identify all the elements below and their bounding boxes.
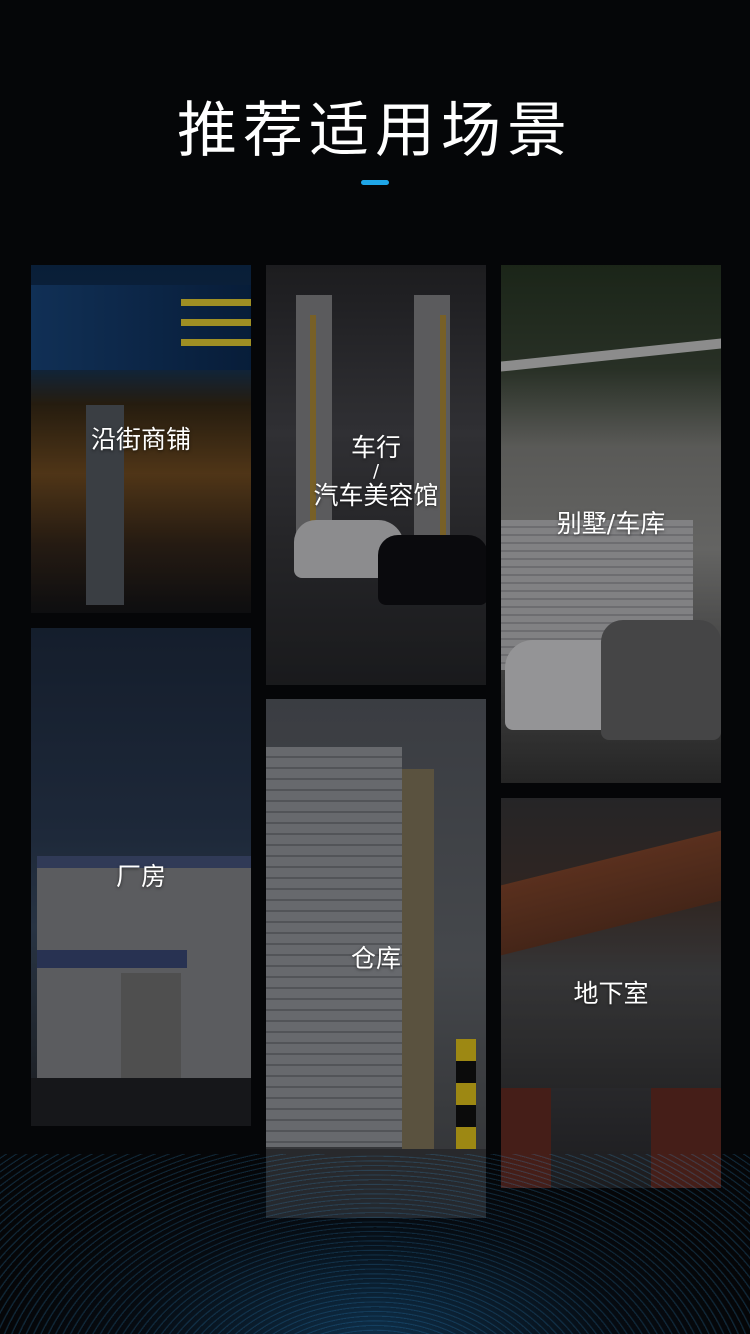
title-underline xyxy=(361,180,389,185)
scene-label-warehouse: 仓库 xyxy=(350,944,401,973)
scene-label-villa-garage: 别墅/车库 xyxy=(556,509,666,538)
scene-tile-car-dealer[interactable]: 车行 / 汽车美容馆 xyxy=(266,265,486,685)
scene-label-separator: / xyxy=(372,461,380,482)
scene-tile-warehouse[interactable]: 仓库 xyxy=(266,699,486,1218)
scene-tile-basement[interactable]: 地下室 xyxy=(501,798,721,1188)
scene-label-car-dealer: 车行 / 汽车美容馆 xyxy=(266,433,486,511)
scene-label-car-dealer-line2: 汽车美容馆 xyxy=(313,481,439,510)
page-title: 推荐适用场景 xyxy=(177,96,573,166)
scene-tile-villa-garage[interactable]: 别墅/车库 xyxy=(501,265,721,783)
scene-label-factory: 厂房 xyxy=(115,862,166,891)
scene-label-basement: 地下室 xyxy=(573,979,649,1008)
scene-label-car-dealer-line1: 车行 xyxy=(350,433,401,462)
scene-tile-street-shop[interactable]: 沿街商铺 xyxy=(31,265,251,613)
scene-label-street-shop: 沿街商铺 xyxy=(90,425,191,454)
scene-tile-factory[interactable]: 厂房 xyxy=(31,628,251,1126)
